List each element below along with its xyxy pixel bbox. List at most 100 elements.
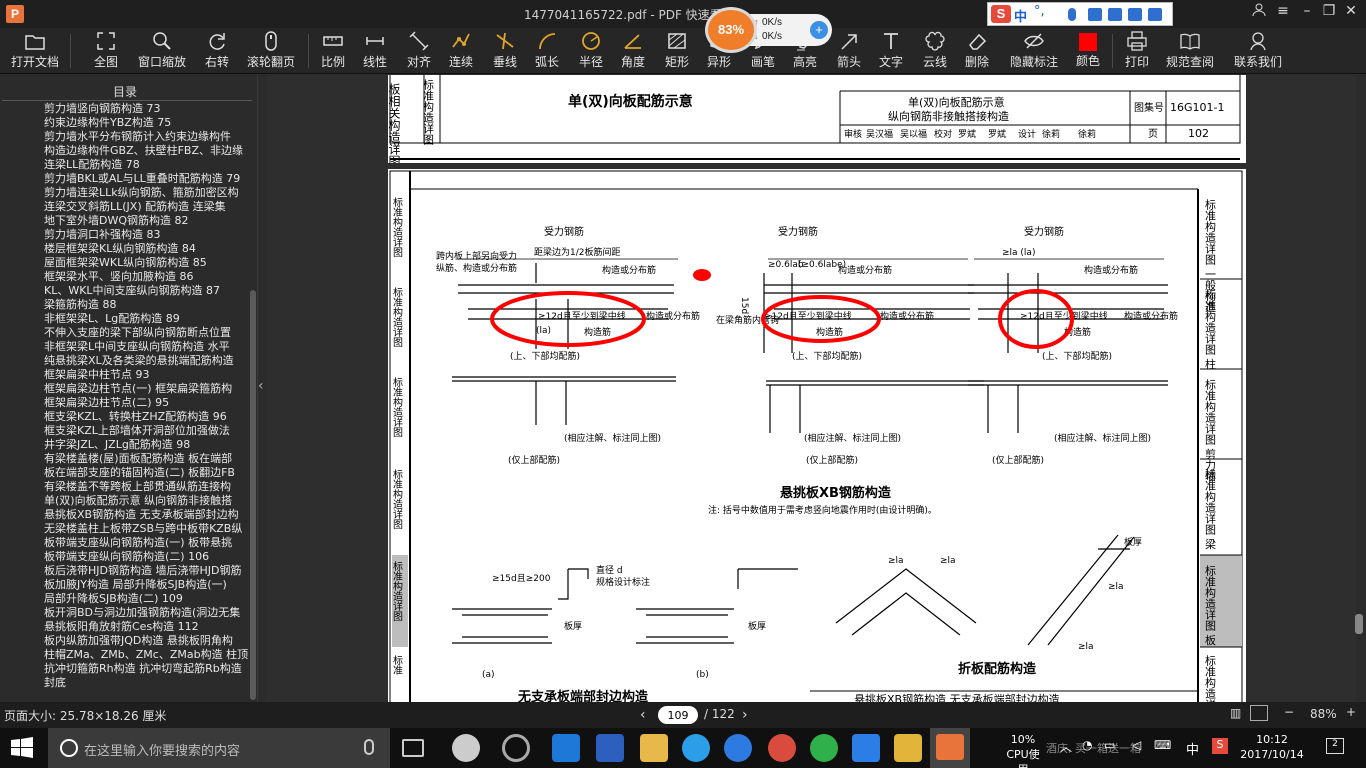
prev-page-icon[interactable]: ‹: [640, 707, 646, 723]
ime-skin-icon[interactable]: [1128, 8, 1142, 21]
toc-item[interactable]: 板在端部支座的锚固构造(二) 板翻边FB: [44, 466, 248, 480]
text-button[interactable]: 文字: [876, 30, 906, 72]
toc-item[interactable]: 剪力墙连梁LLk纵向钢筋、箍筋加密区构: [44, 186, 248, 200]
toc-item[interactable]: KL、WKL中间支座纵向钢筋构造 87: [44, 284, 248, 298]
app-g-icon[interactable]: [724, 734, 752, 762]
rectangle-area-button[interactable]: 矩形: [662, 30, 692, 72]
linear-measure-button[interactable]: 线性: [360, 30, 390, 72]
app-red-icon[interactable]: [768, 734, 796, 762]
ime-indicator[interactable]: 中: [1186, 739, 1199, 758]
delete-button[interactable]: 删除: [962, 30, 992, 72]
toc-item[interactable]: 纯悬挑梁XL及各类梁的悬挑端配筋构造: [44, 354, 248, 368]
toc-item[interactable]: 剪力墙BKL或AL与LL重叠时配筋构造 79: [44, 172, 248, 186]
right-tab[interactable]: 标准构造详图 柱: [1204, 288, 1217, 370]
toc-item[interactable]: 悬挑板XB钢筋构造 无支承板端部封边构: [44, 508, 248, 522]
toc-scroll-thumb[interactable]: [250, 290, 256, 700]
task-view-icon[interactable]: [402, 739, 424, 757]
red-dot-annotation[interactable]: [693, 269, 711, 281]
clock[interactable]: 10:12 2017/10/14: [1240, 732, 1304, 762]
hide-annotation-button[interactable]: 隐藏标注: [1008, 30, 1060, 72]
toc-item[interactable]: 框支梁KZL上部墙体开洞部位加强做法: [44, 424, 248, 438]
file-explorer-icon[interactable]: [640, 734, 668, 762]
color-button[interactable]: 颜色: [1074, 30, 1102, 72]
ime-emoji-icon[interactable]: [1108, 8, 1122, 21]
sogou-tray-icon[interactable]: S: [1212, 738, 1228, 754]
toc-item[interactable]: 连梁交叉斜筋LL(JX) 配筋构造 连梁集: [44, 200, 248, 214]
next-page-icon[interactable]: ›: [742, 707, 748, 723]
toc-item[interactable]: 板带端支座纵向钢筋构造(二) 106: [44, 550, 248, 564]
toc-item[interactable]: 非框架梁L中间支座纵向钢筋构造 水平: [44, 340, 248, 354]
toc-item[interactable]: 构造边缘构件GBZ、扶壁柱FBZ、非边缘: [44, 144, 248, 158]
ie-icon[interactable]: [682, 734, 710, 762]
app-logo-icon[interactable]: P: [6, 5, 24, 23]
arc-length-button[interactable]: 弧长: [532, 30, 562, 72]
network-icon[interactable]: ◔: [1082, 738, 1092, 752]
toc-item[interactable]: 地下室外墙DWQ钢筋构造 82: [44, 214, 248, 228]
toc-item[interactable]: 不伸入支座的梁下部纵向钢筋断点位置: [44, 326, 248, 340]
document-scroll-thumb[interactable]: [1355, 614, 1363, 634]
window-zoom-button[interactable]: 窗口缩放: [136, 30, 188, 72]
pdf-viewer-taskbar-button[interactable]: [930, 728, 970, 768]
windows-start-icon[interactable]: [10, 736, 34, 760]
toc-item[interactable]: 楼层框架梁KL纵向钢筋构造 84: [44, 242, 248, 256]
sogou-logo-icon[interactable]: S: [991, 5, 1011, 23]
notes-app-icon[interactable]: [894, 734, 922, 762]
print-button[interactable]: 打印: [1122, 30, 1152, 72]
ime-toolbar[interactable]: S 中 °,: [987, 2, 1173, 26]
perpendicular-button[interactable]: 垂线: [490, 30, 520, 72]
toc-item[interactable]: 封底: [44, 676, 248, 690]
view-mode-icon[interactable]: ▥: [1230, 706, 1241, 720]
scale-button[interactable]: 比例: [318, 30, 348, 72]
zoom-out-icon[interactable]: −: [1284, 705, 1294, 719]
toc-item[interactable]: 框架扁梁中柱节点 93: [44, 368, 248, 382]
toc-item[interactable]: 连梁LL配筋构造 78: [44, 158, 248, 172]
collapse-panel-icon[interactable]: ‹: [258, 378, 266, 398]
maximize-icon[interactable]: ❐: [1318, 3, 1340, 19]
toc-item[interactable]: 框架扁梁边柱节点(一) 框架扁梁箍筋构: [44, 382, 248, 396]
zoom-in-icon[interactable]: +: [1346, 705, 1356, 719]
toc-item[interactable]: 非框架梁L、Lg配筋构造 89: [44, 312, 248, 326]
aligned-measure-button[interactable]: 对齐: [404, 30, 434, 72]
toc-item[interactable]: 板后浇带HJD钢筋构造 墙后浇带HJD钢筋: [44, 564, 248, 578]
document-viewport[interactable]: 板相关构造详图 标准构造详图 单(双)向板配筋示意 单(双)向板配筋示意 纵向钢…: [266, 75, 1356, 702]
rotate-right-button[interactable]: 右转: [202, 30, 232, 72]
right-tab[interactable]: 标准构造详图 楼板相关: [1204, 654, 1217, 702]
ime-language-toggle[interactable]: 中: [1014, 6, 1027, 25]
toc-item[interactable]: 剪力墙洞口补强构造 83: [44, 228, 248, 242]
performance-bubble[interactable]: 83%: [708, 10, 754, 50]
toc-item[interactable]: 梁箍筋构造 88: [44, 298, 248, 312]
ime-settings-icon[interactable]: [1148, 8, 1162, 21]
angle-button[interactable]: 角度: [618, 30, 648, 72]
toc-item[interactable]: 悬挑板阳角放射筋Ces构造 112: [44, 620, 248, 634]
open-document-button[interactable]: 打开文档: [8, 30, 62, 72]
toc-item[interactable]: 屋面框架梁WKL纵向钢筋构造 85: [44, 256, 248, 270]
fit-all-button[interactable]: 全图: [88, 30, 124, 72]
ime-voice-icon[interactable]: [1068, 8, 1076, 21]
toc-item[interactable]: 有梁楼盖不等跨板上部贯通纵筋连接构: [44, 480, 248, 494]
toc-item[interactable]: 剪力墙竖向钢筋构造 73: [44, 102, 248, 116]
continuous-measure-button[interactable]: 连续: [446, 30, 476, 72]
ime-keyboard-icon[interactable]: [1088, 8, 1102, 21]
user-icon[interactable]: [1248, 3, 1270, 21]
radius-button[interactable]: 半径: [576, 30, 606, 72]
toc-item[interactable]: 约束边缘构件YBZ构造 75: [44, 116, 248, 130]
wheel-page-button[interactable]: 滚轮翻页: [244, 30, 298, 72]
contact-us-button[interactable]: 联系我们: [1232, 30, 1284, 72]
toc-item[interactable]: 单(双)向板配筋示意 纵向钢筋非接触搭: [44, 494, 248, 508]
battery-icon[interactable]: ▭: [1104, 738, 1115, 752]
browser-app-icon[interactable]: [502, 734, 530, 762]
toc-item[interactable]: 剪力墙水平分布钢筋计入约束边缘构件: [44, 130, 248, 144]
edge-icon[interactable]: [552, 734, 580, 762]
toc-item[interactable]: 板带端支座纵向钢筋构造(一) 板带悬挑: [44, 536, 248, 550]
toc-item[interactable]: 框架扁梁边柱节点(二) 95: [44, 396, 248, 410]
store-icon[interactable]: [596, 734, 624, 762]
right-tab-active[interactable]: 标准构造详图 板: [1204, 564, 1217, 646]
toc-item[interactable]: 抗冲切箍筋Rh构造 抗冲切弯起筋Rb构造: [44, 662, 248, 676]
notification-center-icon[interactable]: 2: [1326, 738, 1344, 754]
toc-item[interactable]: 有梁楼盖楼(屋)面板配筋构造 板在端部: [44, 452, 248, 466]
fan-app-icon[interactable]: [452, 734, 480, 762]
taskbar-search[interactable]: 在这里输入你要搜索的内容: [48, 728, 390, 768]
cloud-line-button[interactable]: 云线: [920, 30, 950, 72]
toc-item[interactable]: 框架梁水平、竖向加腋构造 86: [44, 270, 248, 284]
toc-item[interactable]: 板开洞BD与洞边加强钢筋构造(洞边无集: [44, 606, 248, 620]
